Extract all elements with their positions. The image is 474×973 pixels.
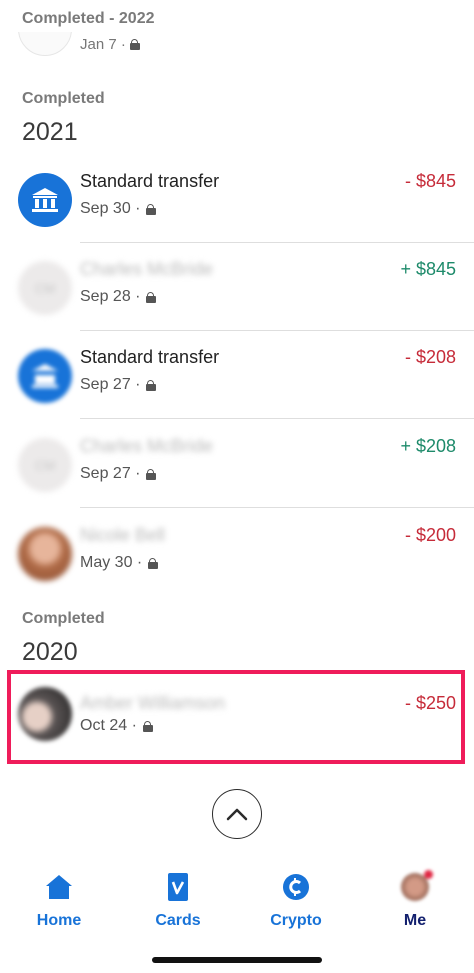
transaction-date: May 30 ·	[80, 554, 159, 572]
lock-icon	[130, 39, 141, 50]
transaction-date: Sep 28 ·	[80, 288, 157, 306]
transaction-row[interactable]: CM Charles McBride Sep 27 · + $208	[0, 420, 474, 508]
notification-dot	[424, 870, 433, 879]
home-icon	[44, 872, 74, 902]
lock-icon	[146, 469, 157, 480]
avatar: CM	[18, 438, 72, 492]
crypto-icon	[281, 872, 311, 902]
tab-label: Crypto	[270, 912, 322, 929]
transaction-date: Sep 27 ·	[80, 376, 157, 394]
section-status-label: Completed	[22, 90, 105, 107]
transaction-title: Standard transfer	[80, 347, 220, 367]
transaction-row[interactable]: Standard transfer Sep 27 · - $208	[0, 331, 474, 419]
bank-icon	[18, 349, 72, 403]
tab-me[interactable]: Me	[365, 870, 465, 930]
transaction-row[interactable]: Standard transfer Sep 30 · - $845	[0, 155, 474, 243]
transaction-amount: + $845	[400, 259, 456, 279]
transaction-row[interactable]: Nicole Bell May 30 · - $200	[0, 509, 474, 597]
section-year: 2021	[22, 118, 78, 146]
transaction-row[interactable]: CM Charles McBride Sep 28 · + $845	[0, 243, 474, 331]
lock-icon	[146, 292, 157, 303]
transaction-date: Sep 27 ·	[80, 465, 157, 483]
section-year: 2020	[22, 638, 78, 666]
avatar	[18, 527, 72, 581]
tab-label: Me	[403, 912, 427, 929]
transaction-amount: - $845	[404, 171, 456, 191]
transaction-date: Sep 30 ·	[80, 200, 157, 218]
transaction-amount: - $208	[404, 347, 456, 367]
transaction-title: Charles McBride	[80, 436, 214, 456]
tab-cards[interactable]: Cards	[128, 872, 228, 930]
venmo-card-icon	[163, 872, 193, 902]
transaction-title: Nicole Bell	[80, 525, 166, 545]
tab-label: Cards	[155, 912, 201, 929]
tab-home[interactable]: Home	[9, 872, 109, 930]
avatar	[18, 32, 72, 56]
tab-label: Home	[36, 912, 82, 929]
highlight-box	[7, 670, 465, 764]
home-indicator	[152, 957, 322, 963]
section-status-label: Completed	[22, 610, 105, 627]
transaction-amount: - $200	[404, 525, 456, 545]
bank-icon	[18, 173, 72, 227]
transaction-amount: + $208	[400, 436, 456, 456]
profile-avatar	[401, 870, 433, 901]
divider	[80, 507, 474, 508]
lock-icon	[146, 204, 157, 215]
partial-transaction-row[interactable]: Jan 7 ·	[0, 32, 474, 62]
transaction-date: Jan 7 ·	[80, 36, 141, 53]
lock-icon	[146, 380, 157, 391]
scroll-to-top-button[interactable]	[212, 789, 262, 839]
lock-icon	[148, 558, 159, 569]
sticky-section-header: Completed - 2022	[0, 0, 474, 32]
tab-crypto[interactable]: Crypto	[246, 872, 346, 930]
sticky-section-label: Completed - 2022	[22, 10, 155, 27]
divider	[80, 418, 474, 419]
transaction-title: Charles McBride	[80, 259, 214, 279]
avatar: CM	[18, 261, 72, 315]
transaction-title: Standard transfer	[80, 171, 220, 191]
chevron-up-icon	[226, 808, 248, 821]
